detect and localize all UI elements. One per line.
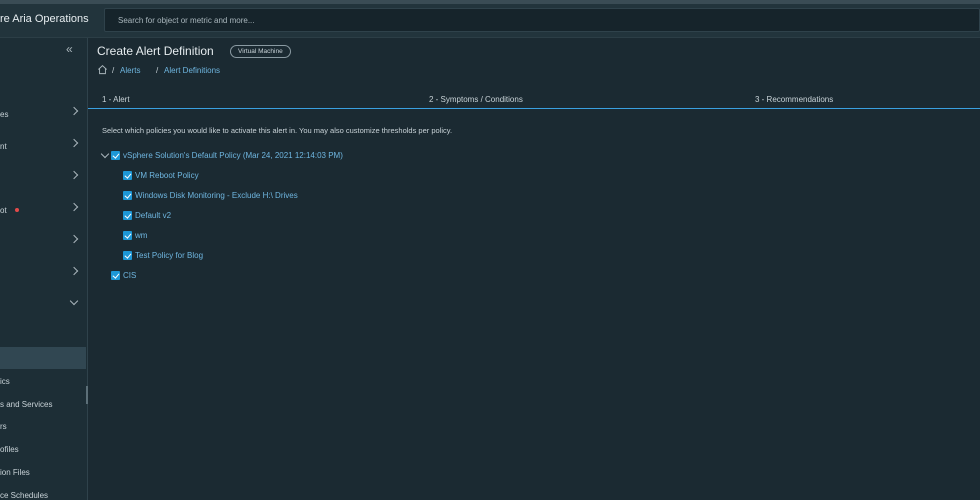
product-name: re Aria Operations [0,13,89,25]
sidebar-item-2[interactable]: nt [0,136,86,156]
sidebar-item-label: ot [0,206,7,215]
sidebar-item-7[interactable] [0,296,86,316]
policy-checkbox[interactable] [123,231,132,240]
policy-label[interactable]: Windows Disk Monitoring - Exclude H:\ Dr… [135,191,298,200]
sidebar-sub-item[interactable]: ofiles [0,445,19,454]
main-content: Create Alert Definition Virtual Machine … [88,38,980,500]
policy-checkbox[interactable] [123,191,132,200]
notification-dot [15,208,19,212]
sidebar-sub-item[interactable]: ics [0,377,10,386]
step-alert[interactable]: 1 - Alert [102,95,130,104]
top-accent-strip [0,0,980,4]
step-symptoms-conditions[interactable]: 2 - Symptoms / Conditions [429,95,523,104]
policy-checkbox[interactable] [123,211,132,220]
chevron-down-icon[interactable] [100,149,110,159]
policy-checkbox[interactable] [123,171,132,180]
sidebar-item-4[interactable]: ot [0,200,86,220]
sidebar-item-label: es [0,110,9,119]
policy-label[interactable]: Test Policy for Blog [135,251,203,260]
sidebar-item-1[interactable]: es [0,104,86,124]
sidebar-sub-item-active[interactable] [0,347,86,369]
tree-row-parent-policy: CIS [111,270,311,282]
wizard-steps: 1 - Alert 2 - Symptoms / Conditions 3 - … [88,88,980,109]
home-icon[interactable] [97,64,108,75]
policy-checkbox[interactable] [111,271,120,280]
tree-row-child-policy: Default v2 [123,210,323,222]
policy-label[interactable]: VM Reboot Policy [135,171,199,180]
chevron-right-icon [69,106,79,116]
sidebar-sub-item[interactable]: ion Files [0,468,30,477]
sidebar-item-3[interactable] [0,168,86,188]
breadcrumb-separator: / [156,66,159,75]
policy-checkbox[interactable] [123,251,132,260]
object-type-badge: Virtual Machine [230,45,291,58]
page-title: Create Alert Definition [97,44,214,58]
policy-label[interactable]: Default v2 [135,211,171,220]
breadcrumb-alert-definitions-link[interactable]: Alert Definitions [164,66,220,75]
sidebar-sub-item[interactable]: ce Schedules [0,491,48,500]
global-search[interactable] [104,8,980,32]
sidebar-item-6[interactable] [0,264,86,284]
step-recommendations[interactable]: 3 - Recommendations [755,95,833,104]
policy-description: Select which policies you would like to … [102,126,453,135]
tree-row-child-policy: Windows Disk Monitoring - Exclude H:\ Dr… [123,190,383,202]
tree-row-child-policy: wm [123,230,323,242]
sidebar: « es nt ot ics s and Services rs ofiles … [0,38,88,500]
search-input[interactable] [105,9,979,31]
policy-label[interactable]: wm [135,231,147,240]
tree-row-child-policy: Test Policy for Blog [123,250,323,262]
chevron-right-icon [69,138,79,148]
sidebar-sub-item[interactable]: s and Services [0,400,52,409]
policy-label[interactable]: CIS [123,271,136,280]
double-chevron-left-icon[interactable]: « [66,42,73,56]
sidebar-item-5[interactable] [0,232,86,252]
breadcrumb-alerts-link[interactable]: Alerts [120,66,140,75]
policy-checkbox[interactable] [111,151,120,160]
top-bar: re Aria Operations [0,0,980,38]
tree-row-child-policy: VM Reboot Policy [123,170,323,182]
policy-label[interactable]: vSphere Solution's Default Policy (Mar 2… [123,151,343,160]
chevron-right-icon [69,234,79,244]
sidebar-item-label: nt [0,142,7,151]
chevron-right-icon [69,202,79,212]
chevron-right-icon [69,170,79,180]
breadcrumb-separator: / [112,66,115,75]
sidebar-sub-item[interactable]: rs [0,422,7,431]
tree-row-parent-policy: vSphere Solution's Default Policy (Mar 2… [100,149,422,162]
chevron-down-icon [69,296,79,306]
chevron-right-icon [69,266,79,276]
